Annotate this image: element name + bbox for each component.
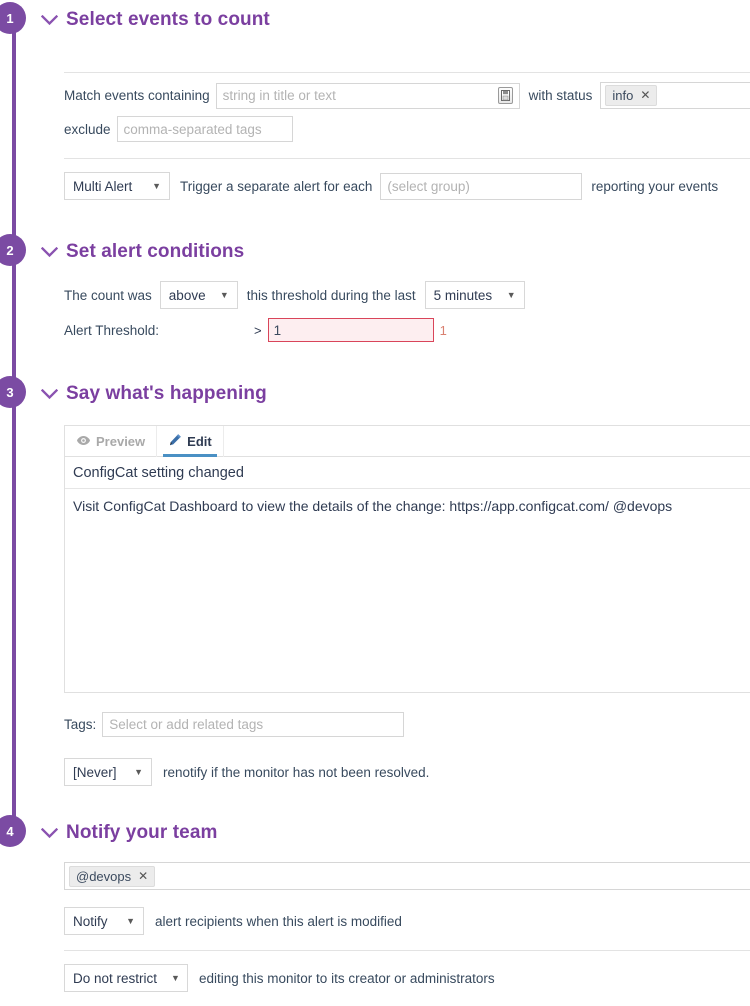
trigger-label: Trigger a separate alert for each: [180, 179, 372, 194]
notify-select[interactable]: Notify ▼: [64, 907, 144, 935]
alert-type-select[interactable]: Multi Alert ▼: [64, 172, 170, 200]
step-number: 4: [6, 824, 13, 839]
status-chip-field[interactable]: info ✕: [600, 82, 750, 109]
divider-1: [64, 72, 750, 73]
step-number: 2: [6, 243, 13, 258]
chevron-down-icon: ▼: [120, 768, 143, 777]
count-was-label: The count was: [64, 288, 152, 303]
chevron-down-icon: ▼: [493, 291, 516, 300]
exclude-label: exclude: [64, 122, 111, 137]
group-select-input[interactable]: (select group): [380, 173, 582, 200]
divider-3: [64, 950, 750, 951]
restrict-label: editing this monitor to its creator or a…: [199, 971, 495, 986]
chevron-down-icon: ▼: [157, 974, 180, 983]
section-header-3[interactable]: Say what's happening: [0, 376, 750, 412]
match-events-row: Match events containing string in title …: [64, 82, 750, 109]
comparator-select[interactable]: above ▼: [160, 281, 238, 309]
section-title: Say what's happening: [66, 383, 267, 405]
message-title-input[interactable]: ConfigCat setting changed: [65, 457, 750, 489]
alert-threshold-input[interactable]: [268, 318, 434, 342]
save-icon[interactable]: [498, 87, 513, 104]
group-placeholder: (select group): [387, 179, 470, 194]
chevron-down-icon[interactable]: [40, 11, 58, 29]
section-title: Notify your team: [66, 822, 218, 844]
comparator-value: above: [169, 288, 206, 303]
tab-preview[interactable]: Preview: [65, 426, 157, 457]
notify-value: Notify: [73, 914, 108, 929]
threshold-operator: >: [254, 323, 262, 338]
section-alert-conditions: 2 Set alert conditions: [0, 234, 750, 270]
message-title-value: ConfigCat setting changed: [73, 465, 244, 481]
tabs-filler: [224, 426, 750, 456]
chevron-down-icon: ▼: [112, 917, 135, 926]
notify-row: Notify ▼ alert recipients when this aler…: [64, 907, 402, 935]
chevron-down-icon[interactable]: [40, 385, 58, 403]
time-window-select[interactable]: 5 minutes ▼: [425, 281, 525, 309]
chevron-down-icon[interactable]: [40, 243, 58, 261]
tab-preview-label: Preview: [96, 434, 145, 449]
editor-tabs: Preview Edit: [65, 426, 750, 457]
section-title: Select events to count: [66, 9, 270, 31]
divider-2: [64, 158, 750, 159]
renotify-value: [Never]: [73, 765, 117, 780]
message-body-value: Visit ConfigCat Dashboard to view the de…: [73, 498, 672, 514]
notify-label: alert recipients when this alert is modi…: [155, 914, 402, 929]
threshold-phrase-label: this threshold during the last: [247, 288, 416, 303]
section-header-4[interactable]: Notify your team: [0, 815, 750, 851]
tags-row: Tags: Select or add related tags: [64, 712, 404, 737]
reporting-events-label: reporting your events: [591, 179, 718, 194]
threshold-suffix: 1: [440, 323, 447, 338]
with-status-label: with status: [529, 88, 593, 103]
chevron-down-icon: ▼: [206, 291, 229, 300]
section-notify-team: 4 Notify your team: [0, 815, 750, 851]
alert-threshold-label: Alert Threshold:: [64, 323, 254, 338]
recipient-chip-label: @devops: [76, 869, 131, 884]
section-title: Set alert conditions: [66, 241, 244, 263]
time-window-value: 5 minutes: [434, 288, 493, 303]
match-events-placeholder: string in title or text: [223, 88, 336, 103]
status-chip-label: info: [612, 88, 633, 103]
tags-input[interactable]: Select or add related tags: [102, 712, 404, 737]
tab-edit-label: Edit: [187, 434, 212, 449]
step-number: 3: [6, 385, 13, 400]
restrict-value: Do not restrict: [73, 971, 157, 986]
close-icon[interactable]: ✕: [640, 88, 650, 103]
renotify-row: [Never] ▼ renotify if the monitor has no…: [64, 758, 429, 786]
step-number: 1: [6, 11, 13, 26]
alert-type-value: Multi Alert: [73, 179, 132, 194]
tags-label: Tags:: [64, 717, 96, 732]
pencil-icon: [168, 433, 182, 450]
status-chip-info[interactable]: info ✕: [605, 85, 657, 106]
exclude-row: exclude comma-separated tags: [64, 116, 293, 142]
chevron-down-icon: ▼: [138, 182, 161, 191]
match-events-label: Match events containing: [64, 88, 210, 103]
match-events-input[interactable]: string in title or text: [216, 83, 520, 109]
timeline-track-2: [12, 252, 16, 394]
exclude-input[interactable]: comma-separated tags: [117, 116, 293, 142]
chevron-down-icon[interactable]: [40, 824, 58, 842]
section-say-whats-happening: 3 Say what's happening: [0, 376, 750, 412]
message-editor: Preview Edit ConfigCat setting changed V…: [64, 425, 750, 693]
eye-icon: [76, 434, 91, 449]
recipients-field[interactable]: @devops ✕: [64, 862, 750, 890]
multi-alert-row: Multi Alert ▼ Trigger a separate alert f…: [64, 172, 718, 200]
close-icon[interactable]: ✕: [138, 869, 148, 884]
timeline-track-1: [12, 20, 16, 252]
section-header-1[interactable]: Select events to count: [0, 2, 750, 38]
message-body-textarea[interactable]: Visit ConfigCat Dashboard to view the de…: [65, 489, 750, 524]
exclude-placeholder: comma-separated tags: [124, 122, 262, 137]
tags-placeholder: Select or add related tags: [109, 717, 263, 732]
timeline-track-3: [12, 394, 16, 834]
section-header-2[interactable]: Set alert conditions: [0, 234, 750, 270]
section-select-events: 1 Select events to count: [0, 2, 750, 38]
renotify-label: renotify if the monitor has not been res…: [163, 765, 429, 780]
alert-threshold-row: Alert Threshold: > 1: [64, 318, 447, 342]
restrict-select[interactable]: Do not restrict ▼: [64, 964, 188, 992]
restrict-row: Do not restrict ▼ editing this monitor t…: [64, 964, 495, 992]
count-condition-row: The count was above ▼ this threshold dur…: [64, 281, 525, 309]
recipient-chip-devops[interactable]: @devops ✕: [69, 866, 155, 887]
tab-edit[interactable]: Edit: [157, 426, 224, 457]
renotify-select[interactable]: [Never] ▼: [64, 758, 152, 786]
